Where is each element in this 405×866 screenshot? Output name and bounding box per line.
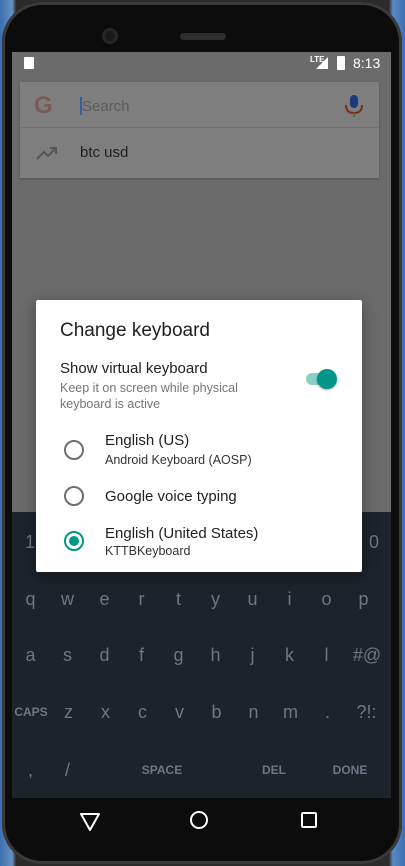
virtual-keyboard-label: Show virtual keyboard bbox=[60, 360, 208, 377]
search-input[interactable] bbox=[82, 95, 322, 117]
radio-button[interactable] bbox=[64, 440, 84, 460]
key-e[interactable]: e bbox=[86, 579, 123, 619]
signal-icon bbox=[316, 57, 328, 69]
toggle-thumb bbox=[317, 369, 337, 389]
status-bar: LTE 8:13 bbox=[12, 52, 391, 74]
option-title: English (US) bbox=[105, 432, 190, 449]
key-0[interactable]: 0 bbox=[364, 522, 384, 562]
key-done[interactable]: DONE bbox=[322, 750, 378, 790]
keyboard-option-kttb[interactable]: English (United States) KTTBKeyboard bbox=[36, 524, 362, 568]
key-i[interactable]: i bbox=[271, 579, 308, 619]
suggestion-item[interactable]: btc usd bbox=[20, 128, 379, 178]
virtual-keyboard-toggle[interactable] bbox=[306, 369, 337, 389]
key-p[interactable]: p bbox=[345, 579, 382, 619]
option-title: Google voice typing bbox=[105, 488, 237, 505]
radio-button-checked[interactable] bbox=[64, 531, 84, 551]
key-z[interactable]: z bbox=[50, 692, 87, 732]
key-f[interactable]: f bbox=[123, 635, 160, 675]
key-period[interactable]: . bbox=[309, 692, 346, 732]
search-card: G btc usd bbox=[20, 82, 379, 178]
back-icon[interactable] bbox=[79, 812, 101, 832]
earpiece-speaker bbox=[180, 33, 226, 40]
radio-button[interactable] bbox=[64, 486, 84, 506]
front-camera bbox=[102, 28, 118, 44]
key-j[interactable]: j bbox=[234, 635, 271, 675]
battery-icon bbox=[337, 56, 345, 70]
key-r[interactable]: r bbox=[123, 579, 160, 619]
option-title: English (United States) bbox=[105, 525, 259, 542]
key-l[interactable]: l bbox=[308, 635, 345, 675]
mic-icon[interactable] bbox=[343, 94, 365, 118]
screen: LTE 8:13 G btc usd 1 0 bbox=[12, 52, 391, 798]
sd-card-icon bbox=[24, 57, 34, 69]
key-d[interactable]: d bbox=[86, 635, 123, 675]
keyboard-row-3: CAPS z x c v b n m . ?!: bbox=[12, 692, 391, 732]
google-logo-icon: G bbox=[34, 92, 53, 119]
keyboard-row-1: q w e r t y u i o p bbox=[12, 579, 391, 619]
recents-icon[interactable] bbox=[301, 812, 317, 828]
key-q[interactable]: q bbox=[12, 579, 49, 619]
key-g[interactable]: g bbox=[160, 635, 197, 675]
key-slash[interactable]: / bbox=[49, 750, 86, 790]
key-y[interactable]: y bbox=[197, 579, 234, 619]
key-m[interactable]: m bbox=[272, 692, 309, 732]
home-icon[interactable] bbox=[190, 811, 208, 829]
key-delete[interactable]: DEL bbox=[248, 750, 300, 790]
suggestion-text: btc usd bbox=[80, 144, 129, 161]
change-keyboard-dialog: Change keyboard Show virtual keyboard Ke… bbox=[36, 300, 362, 572]
key-punctuation[interactable]: ?!: bbox=[344, 692, 389, 732]
key-symbols[interactable]: #@ bbox=[345, 635, 389, 675]
keyboard-option-english-us[interactable]: English (US) Android Keyboard (AOSP) bbox=[36, 424, 362, 468]
key-s[interactable]: s bbox=[49, 635, 86, 675]
key-h[interactable]: h bbox=[197, 635, 234, 675]
key-u[interactable]: u bbox=[234, 579, 271, 619]
key-w[interactable]: w bbox=[49, 579, 86, 619]
key-a[interactable]: a bbox=[12, 635, 49, 675]
key-v[interactable]: v bbox=[161, 692, 198, 732]
key-t[interactable]: t bbox=[160, 579, 197, 619]
virtual-keyboard-description: Keep it on screen while physical keyboar… bbox=[60, 381, 238, 411]
key-k[interactable]: k bbox=[271, 635, 308, 675]
key-b[interactable]: b bbox=[198, 692, 235, 732]
key-space[interactable]: SPACE bbox=[92, 750, 232, 790]
dialog-title: Change keyboard bbox=[60, 320, 210, 341]
key-o[interactable]: o bbox=[308, 579, 345, 619]
key-caps[interactable]: CAPS bbox=[12, 692, 50, 732]
option-subtitle: KTTBKeyboard bbox=[105, 544, 191, 558]
keyboard-row-4: , / SPACE DEL DONE bbox=[12, 750, 391, 790]
keyboard-row-2: a s d f g h j k l #@ bbox=[12, 635, 391, 675]
key-c[interactable]: c bbox=[124, 692, 161, 732]
clock: 8:13 bbox=[353, 55, 381, 71]
navigation-bar bbox=[12, 798, 391, 844]
key-x[interactable]: x bbox=[87, 692, 124, 732]
keyboard-option-google-voice[interactable]: Google voice typing bbox=[36, 480, 362, 524]
key-n[interactable]: n bbox=[235, 692, 272, 732]
trending-icon bbox=[36, 147, 57, 160]
option-subtitle: Android Keyboard (AOSP) bbox=[105, 453, 252, 467]
search-bar[interactable]: G bbox=[20, 82, 379, 128]
key-comma[interactable]: , bbox=[12, 750, 49, 790]
